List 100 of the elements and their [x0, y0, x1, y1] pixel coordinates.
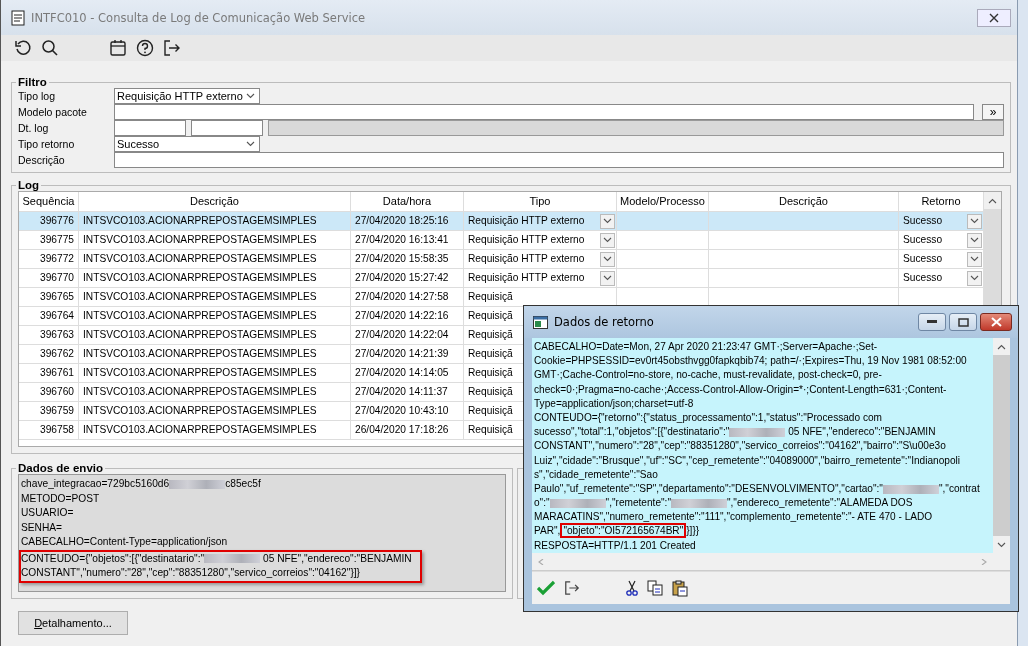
text-area[interactable] [18, 474, 506, 592]
column-header[interactable]: Descrição [709, 192, 899, 212]
table-cell-text: 396765 [40, 290, 74, 304]
table-cell-text: INTSVCO103.ACIONARPREPOSTAGEMSIMPLES [83, 385, 317, 399]
table-cell-text: Requisição HTTP externo [468, 233, 585, 247]
table-cell-text: INTSVCO103.ACIONARPREPOSTAGEMSIMPLES [83, 328, 317, 342]
log-text: check=0·;Pragma=no-cache·;Access-Control-Allow-Origin=*·;Content-Length=631·;Content- [534, 383, 947, 395]
dropdown-button[interactable] [967, 251, 982, 267]
chevron-icon [970, 237, 979, 243]
window-title: INTFC010 - Consulta de Log de Comunicação Web Service [31, 10, 366, 25]
copy-icon[interactable] [647, 580, 663, 596]
table-row[interactable]: 396772 INTSVCO103.ACIONARPREPOSTAGEMSIMPLES 27/04/2020 15:58:35 Requisição HTTP externo Sucesso [19, 250, 984, 269]
table-cell-text: Requisiçã [468, 366, 513, 380]
chevron-icon [603, 218, 612, 224]
dropdown-button[interactable] [600, 213, 615, 229]
dropdown-button[interactable] [967, 232, 982, 248]
exit-icon[interactable] [564, 580, 580, 596]
table-cell-text: Requisiçã [468, 404, 513, 418]
date-field[interactable] [191, 120, 263, 136]
redacted-mark [882, 484, 939, 494]
close-button[interactable] [977, 8, 1011, 27]
maximize-icon [957, 317, 969, 327]
date-field[interactable] [114, 120, 186, 136]
table-cell-text: Sucesso [903, 233, 943, 247]
table-cell-text: Sucesso [903, 271, 943, 285]
check-icon[interactable] [537, 580, 555, 596]
field-label: Modelo pacote [18, 105, 88, 120]
log-text: }]}} [686, 525, 700, 537]
input-field[interactable] [114, 104, 974, 120]
paste-icon[interactable] [672, 579, 688, 597]
table-cell-text: 27/04/2020 16:13:41 [355, 233, 449, 247]
scrollbar[interactable] [993, 338, 1010, 553]
log-text: s","cidade_remetente":"Sao [534, 468, 658, 480]
maximize-button[interactable] [949, 313, 977, 331]
table-row[interactable]: 396776 INTSVCO103.ACIONARPREPOSTAGEMSIMPLES 27/04/2020 18:25:16 Requisição HTTP externo Sucesso [19, 212, 984, 231]
minimize-button[interactable] [918, 313, 946, 331]
table-row[interactable]: 396775 INTSVCO103.ACIONARPREPOSTAGEMSIMPLES 27/04/2020 16:13:41 Requisição HTTP externo Sucesso [19, 231, 984, 250]
help-icon[interactable] [136, 39, 154, 57]
log-text: RESPOSTA=HTTP/1.1 201 Created [534, 539, 696, 551]
table-row[interactable]: 396770 INTSVCO103.ACIONARPREPOSTAGEMSIMPLES 27/04/2020 15:27:42 Requisição HTTP externo Sucesso [19, 269, 984, 288]
group-title: Dados de envio [17, 462, 104, 474]
redacted-mark [169, 479, 226, 489]
redacted-mark [729, 427, 786, 437]
dropdown-button[interactable] [600, 270, 615, 286]
minimize-icon [927, 320, 937, 324]
log-text: METODO=POST [21, 492, 100, 504]
column-header[interactable]: Data/hora [351, 192, 464, 212]
chevron-icon [603, 237, 612, 243]
scissors-icon[interactable] [626, 580, 638, 596]
table-cell-text: 396775 [40, 233, 74, 247]
exit-icon[interactable] [163, 39, 181, 57]
dropdown[interactable]: Requisição HTTP externo [114, 88, 260, 104]
dropdown-button[interactable] [967, 213, 982, 229]
chevron-icon [603, 275, 612, 281]
log-text: CONSTANT","numero":"28","cep":"88351280","servico_correios":"04162"}]} [21, 567, 361, 578]
dropdown[interactable]: Sucesso [114, 136, 260, 152]
column-header[interactable]: Descrição [79, 192, 351, 212]
redacted-mark [671, 498, 727, 508]
close-button[interactable] [980, 313, 1012, 331]
search-icon[interactable] [41, 39, 59, 57]
log-text: ","remetente":" [605, 497, 671, 509]
table-cell-text: 27/04/2020 18:25:16 [355, 214, 449, 228]
table-cell-text: INTSVCO103.ACIONARPREPOSTAGEMSIMPLES [83, 233, 317, 247]
log-text: ","contrat [938, 482, 980, 494]
dialog-title: Dados de retorno [554, 315, 654, 329]
log-text: ","endereco_remetente":"ALAMEDA DOS [727, 497, 913, 509]
dropdown-button[interactable] [967, 270, 982, 286]
table-cell-text: Sucesso [903, 252, 943, 266]
log-text: Paulo","uf_remetente":"SP","departamento":"DESENVOLVIMENTO","cartao":" [534, 482, 883, 494]
table-cell-text: 27/04/2020 14:11:37 [355, 385, 448, 399]
table-cell-text: INTSVCO103.ACIONARPREPOSTAGEMSIMPLES [83, 423, 317, 437]
input-field[interactable] [114, 152, 1004, 168]
document-icon [11, 9, 25, 26]
table-cell-text: 26/04/2020 17:18:26 [355, 423, 449, 437]
table-cell-text: 27/04/2020 14:14:05 [355, 366, 449, 380]
column-header[interactable]: Retorno [899, 192, 984, 212]
log-text: Luiz","cidade":"Brusque","uf":"SC","cep_remetente":"04089000","bairro_remetente":"Indianopoli [534, 454, 960, 466]
table-cell-text: 396760 [40, 385, 74, 399]
log-text: GMT·;Cache-Control=no-store, no-cache, must-revalidate, post-check=0, pre- [534, 369, 882, 381]
table-cell-text: INTSVCO103.ACIONARPREPOSTAGEMSIMPLES [83, 271, 317, 285]
column-header[interactable]: Modelo/Processo [617, 192, 709, 212]
refresh-icon[interactable] [14, 39, 32, 57]
redacted-mark [549, 498, 606, 508]
log-text: CONTEUDO={"objetos":[{"destinatario":" [21, 552, 205, 564]
details-button[interactable]: Detalhamento... [18, 611, 128, 635]
calendar-icon[interactable] [109, 39, 127, 57]
log-text: Type=application/json;charset=utf-8 [534, 397, 694, 409]
column-header[interactable]: Sequência [19, 192, 79, 212]
chevron-icon [970, 256, 979, 262]
chevron-icon [997, 541, 1006, 548]
field-label: Dt. log [18, 121, 50, 136]
dropdown-button[interactable] [600, 232, 615, 248]
browse-button[interactable]: » [982, 104, 1004, 120]
log-text: chave_integracao=729bc5160d6 [21, 478, 170, 489]
chevron-icon [997, 343, 1006, 350]
dropdown-button[interactable] [600, 251, 615, 267]
field-label: Tipo retorno [18, 137, 76, 152]
log-text: CABECALHO=Date=Mon, 27 Apr 2020 21:23:47 GMT·;Server=Apache·;Set- [534, 341, 878, 352]
table-cell-text: 27/04/2020 15:27:42 [355, 271, 449, 285]
column-header[interactable]: Tipo [464, 192, 617, 212]
